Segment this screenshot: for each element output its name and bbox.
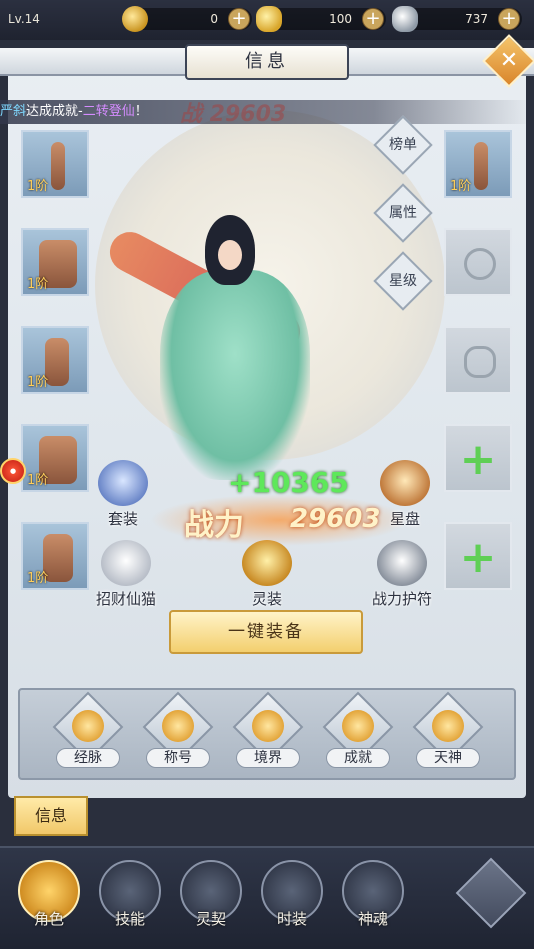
combat-power-label: 战力 xyxy=(184,508,244,543)
power-charm-button[interactable]: 战力护符 xyxy=(362,540,442,609)
slot-necklace-empty[interactable] xyxy=(444,228,512,296)
spirit-gear-icon xyxy=(242,540,292,586)
nav-skills-label: 技能 xyxy=(114,910,145,928)
meridians-icon xyxy=(72,710,104,742)
power-faint-text: 战 29603 xyxy=(180,102,287,127)
tray-deity-label: 天神 xyxy=(416,748,480,768)
lucky-cat-label: 招财仙猫 xyxy=(95,590,156,608)
tray-achievement[interactable]: 成就 xyxy=(318,691,398,776)
slot-armor[interactable]: 1阶 xyxy=(21,228,89,296)
slot-weapon-right[interactable]: 1阶 xyxy=(444,130,512,198)
nav-soul-label: 神魂 xyxy=(357,910,388,928)
combat-power: 战力 29603 xyxy=(150,494,410,546)
title-icon xyxy=(162,710,194,742)
gold-ingot-value: 100 xyxy=(329,12,352,26)
nav-fashion[interactable]: 时装 xyxy=(259,860,325,940)
tab-star-level-label: 星级 xyxy=(389,273,417,289)
player-level: Lv.14 xyxy=(8,12,40,26)
gold-ingot-icon xyxy=(256,6,282,32)
lucky-cat-icon xyxy=(101,540,151,586)
character-face xyxy=(218,240,242,270)
announcement-end: ！ xyxy=(134,104,148,119)
slot-weapon-left[interactable]: 1阶 xyxy=(21,130,89,198)
resource-bar: Lv.14 0 + 100 + 737 + xyxy=(0,0,534,40)
slot-tier: 1阶 xyxy=(450,179,472,194)
pendant-outline-icon xyxy=(464,346,496,378)
nav-character-label: 角色 xyxy=(33,910,64,928)
slot-tier: 1阶 xyxy=(27,375,49,390)
deity-icon xyxy=(432,710,464,742)
weapon-icon xyxy=(51,142,65,190)
add-silver-ingot-button[interactable]: + xyxy=(498,8,520,30)
power-charm-label: 战力护符 xyxy=(371,590,432,608)
coin-value: 0 xyxy=(210,12,218,26)
auto-equip-button[interactable]: 一键装备 xyxy=(169,610,363,654)
bracer-icon xyxy=(45,338,69,386)
achievement-icon xyxy=(342,710,374,742)
page-title: 信息 xyxy=(185,44,349,80)
silver-ingot-value: 737 xyxy=(465,12,488,26)
nav-spirit-pact[interactable]: 灵契 xyxy=(178,860,244,940)
announcement-mid: 达成成就- xyxy=(26,104,83,119)
tray-title[interactable]: 称号 xyxy=(138,691,218,776)
nav-spirit-pact-label: 灵契 xyxy=(195,910,226,928)
silver-ingot-icon xyxy=(392,6,418,32)
lucky-cat-button[interactable]: 招财仙猫 xyxy=(88,540,164,609)
silver-ingot-counter: 737 + xyxy=(392,6,522,32)
spirit-gear-button[interactable]: 灵装 xyxy=(232,540,302,609)
tab-ranking-label: 榜单 xyxy=(389,137,417,153)
tray-achievement-label: 成就 xyxy=(326,748,390,768)
tray-deity[interactable]: 天神 xyxy=(408,691,488,776)
tray-meridians-label: 经脉 xyxy=(56,748,120,768)
nav-fashion-label: 时装 xyxy=(276,910,307,928)
suit-icon xyxy=(98,460,148,506)
slot-tier: 1阶 xyxy=(27,571,49,586)
tray-meridians[interactable]: 经脉 xyxy=(48,691,128,776)
slot-add-2[interactable]: + xyxy=(444,522,512,590)
nav-skills[interactable]: 技能 xyxy=(97,860,163,940)
tab-attributes-label: 属性 xyxy=(389,205,417,221)
add-coin-button[interactable]: + xyxy=(228,8,250,30)
coin-icon xyxy=(122,6,148,32)
slot-belt[interactable]: 1阶 xyxy=(21,424,89,492)
slot-tier: 1阶 xyxy=(27,179,49,194)
tray-title-label: 称号 xyxy=(146,748,210,768)
announcement-achievement: 二转登仙 xyxy=(82,104,135,119)
character-model[interactable] xyxy=(160,270,310,480)
nav-character[interactable]: 角色 xyxy=(16,860,82,940)
tab-info[interactable]: 信息 xyxy=(14,796,88,836)
add-gold-ingot-button[interactable]: + xyxy=(362,8,384,30)
close-icon: ✕ xyxy=(499,48,519,73)
slot-bracer[interactable]: 1阶 xyxy=(21,326,89,394)
combat-power-value: 29603 xyxy=(290,504,381,534)
gold-ingot-counter: 100 + xyxy=(256,6,386,32)
suit-button[interactable]: 套装 xyxy=(88,460,158,529)
limited-event-badge[interactable]: ● xyxy=(0,458,26,484)
nav-soul[interactable]: 神魂 xyxy=(340,860,406,940)
announcement-player: 严斜 xyxy=(0,104,27,119)
power-charm-icon xyxy=(377,540,427,586)
slot-tier: 1阶 xyxy=(27,277,49,292)
spirit-gear-label: 灵装 xyxy=(251,590,282,608)
slot-add-1[interactable]: + xyxy=(444,424,512,492)
tray-realm[interactable]: 境界 xyxy=(228,691,308,776)
slot-tier: 1阶 xyxy=(27,473,49,488)
tray-realm-label: 境界 xyxy=(236,748,300,768)
plus-icon: + xyxy=(459,434,497,485)
suit-label: 套装 xyxy=(107,510,138,528)
plus-icon: + xyxy=(459,532,497,583)
necklace-outline-icon xyxy=(464,248,496,280)
coin-counter: 0 + xyxy=(122,6,252,32)
slot-pendant-empty[interactable] xyxy=(444,326,512,394)
slot-boots[interactable]: 1阶 xyxy=(21,522,89,590)
pen-weapon-icon xyxy=(474,142,488,190)
realm-icon xyxy=(252,710,284,742)
